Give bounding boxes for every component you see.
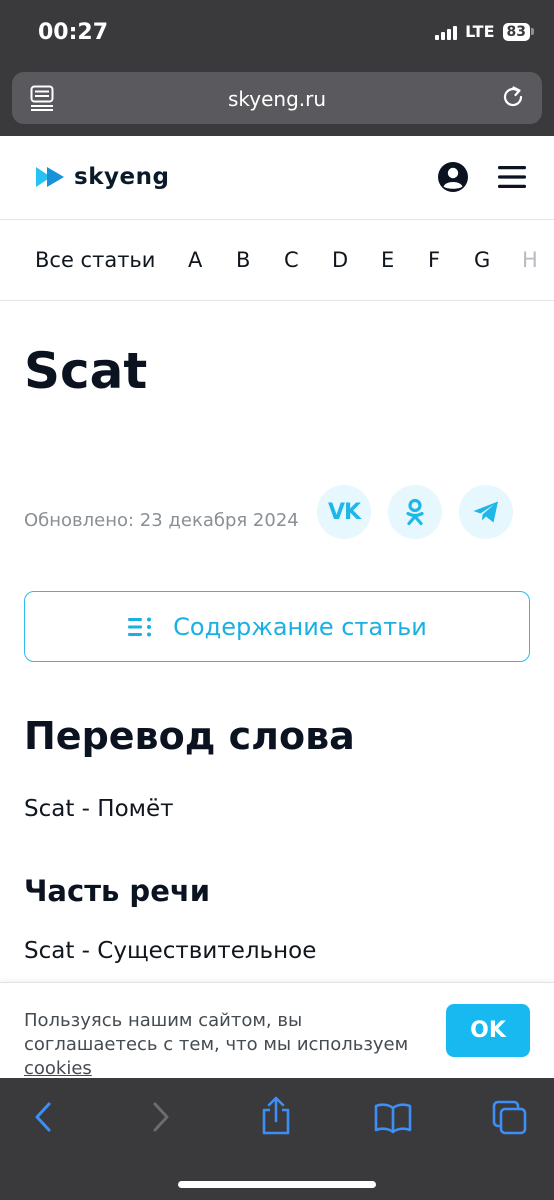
vk-icon: VK xyxy=(327,499,361,525)
nav-letter-f[interactable]: F xyxy=(428,248,440,272)
share-ok-button[interactable] xyxy=(388,485,442,539)
translation-heading: Перевод слова xyxy=(24,714,355,758)
nav-letter-b[interactable]: B xyxy=(236,248,250,272)
cookie-banner: Пользуясь нашим сайтом, вы соглашаетесь … xyxy=(0,982,554,1081)
nav-letter-e[interactable]: E xyxy=(381,248,394,272)
back-icon[interactable] xyxy=(30,1100,56,1139)
table-of-contents-button[interactable]: Содержание статьи xyxy=(24,591,530,662)
site-header: skyeng xyxy=(0,136,554,220)
translation-text: Scat - Помёт xyxy=(24,796,174,822)
updated-date: Обновлено: 23 декабря 2024 xyxy=(24,510,299,531)
browser-address-area: skyeng.ru xyxy=(0,66,554,136)
part-of-speech-heading: Часть речи xyxy=(24,874,211,908)
alphabet-nav: Все статьи A B C D E F G H xyxy=(0,220,554,301)
logo-text: skyeng xyxy=(74,164,170,190)
status-bar: 00:27 LTE 83 xyxy=(0,0,554,66)
reload-icon[interactable] xyxy=(500,84,526,115)
telegram-icon xyxy=(473,501,498,523)
address-bar[interactable]: skyeng.ru xyxy=(12,72,542,124)
network-label: LTE xyxy=(465,22,495,41)
part-of-speech-text: Scat - Существительное xyxy=(24,938,317,964)
url-text[interactable]: skyeng.ru xyxy=(12,87,542,111)
nav-letter-g[interactable]: G xyxy=(474,248,490,272)
user-icon[interactable] xyxy=(437,161,469,198)
share-telegram-button[interactable] xyxy=(459,485,513,539)
nav-letter-c[interactable]: C xyxy=(284,248,299,272)
cookie-message: Пользуясь нашим сайтом, вы соглашаетесь … xyxy=(24,1010,409,1055)
tabs-icon[interactable] xyxy=(492,1100,528,1141)
logo-mark-icon xyxy=(36,167,64,187)
skyeng-logo[interactable]: skyeng xyxy=(34,164,169,190)
nav-letter-d[interactable]: D xyxy=(332,248,348,272)
share-icon[interactable] xyxy=(259,1096,293,1141)
page-title: Scat xyxy=(24,342,148,400)
status-indicators: LTE 83 xyxy=(435,22,534,41)
odnoklassniki-icon xyxy=(406,498,424,526)
signal-icon xyxy=(435,24,458,40)
battery-icon: 83 xyxy=(502,22,534,41)
battery-level: 83 xyxy=(502,22,530,41)
nav-all-articles[interactable]: Все статьи xyxy=(35,248,155,272)
toc-label: Содержание статьи xyxy=(173,612,427,641)
bookmarks-icon[interactable] xyxy=(374,1102,412,1139)
status-time: 00:27 xyxy=(38,20,109,45)
forward-icon xyxy=(148,1100,174,1139)
share-vk-button[interactable]: VK xyxy=(317,485,371,539)
hamburger-menu-icon[interactable] xyxy=(498,165,526,194)
list-icon xyxy=(128,617,152,636)
cookies-link[interactable]: cookies xyxy=(24,1058,92,1079)
home-indicator xyxy=(178,1181,376,1188)
nav-letter-h[interactable]: H xyxy=(522,248,538,272)
nav-letter-a[interactable]: A xyxy=(188,248,202,272)
cookie-ok-button[interactable]: OK xyxy=(446,1004,530,1057)
cookie-text: Пользуясь нашим сайтом, вы соглашаетесь … xyxy=(24,1009,434,1081)
